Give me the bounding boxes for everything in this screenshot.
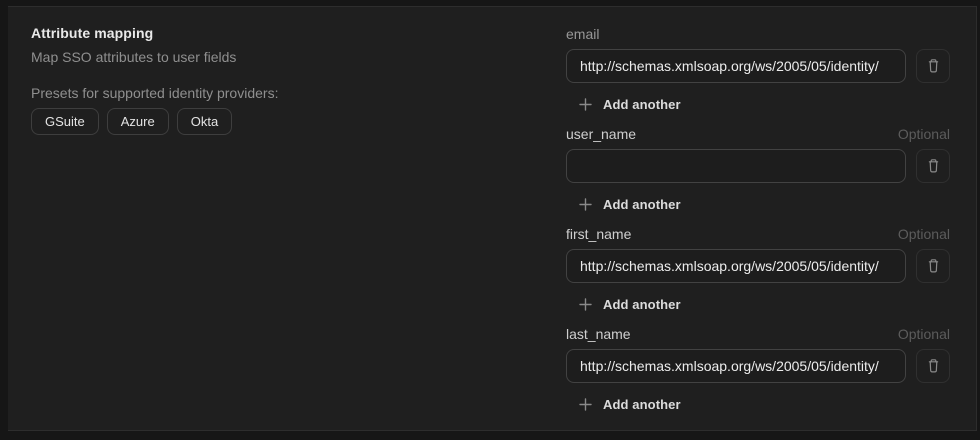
add-another-label: Add another xyxy=(603,197,681,212)
delete-email-mapping-button[interactable] xyxy=(916,49,950,83)
field-last-name: last_name Optional xyxy=(566,325,950,416)
attribute-mapping-section: Attribute mapping Map SSO attributes to … xyxy=(8,6,977,431)
optional-badge: Optional xyxy=(898,226,950,242)
first-name-attribute-input[interactable] xyxy=(566,249,906,283)
preset-buttons: GSuite Azure Okta xyxy=(31,108,232,135)
preset-button-okta[interactable]: Okta xyxy=(177,108,232,135)
trash-icon xyxy=(926,258,941,274)
section-subtitle: Map SSO attributes to user fields xyxy=(31,47,236,67)
add-another-label: Add another xyxy=(603,97,681,112)
section-title: Attribute mapping xyxy=(31,23,153,43)
preset-button-gsuite[interactable]: GSuite xyxy=(31,108,99,135)
plus-icon xyxy=(579,298,592,311)
optional-badge: Optional xyxy=(898,326,950,342)
add-another-first-name[interactable]: Add another xyxy=(566,296,681,312)
delete-last-name-mapping-button[interactable] xyxy=(916,349,950,383)
add-another-email[interactable]: Add another xyxy=(566,96,681,112)
add-another-label: Add another xyxy=(603,397,681,412)
trash-icon xyxy=(926,158,941,174)
field-label: last_name xyxy=(566,326,631,342)
presets-label: Presets for supported identity providers… xyxy=(31,83,278,103)
preset-button-azure[interactable]: Azure xyxy=(107,108,169,135)
field-label: email xyxy=(566,26,599,42)
add-another-last-name[interactable]: Add another xyxy=(566,396,681,412)
trash-icon xyxy=(926,58,941,74)
plus-icon xyxy=(579,398,592,411)
email-attribute-input[interactable] xyxy=(566,49,906,83)
field-email: email xyxy=(566,25,950,116)
user-name-attribute-input[interactable] xyxy=(566,149,906,183)
plus-icon xyxy=(579,98,592,111)
field-label: first_name xyxy=(566,226,631,242)
last-name-attribute-input[interactable] xyxy=(566,349,906,383)
field-label: user_name xyxy=(566,126,636,142)
plus-icon xyxy=(579,198,592,211)
field-first-name: first_name Optional xyxy=(566,225,950,316)
add-another-label: Add another xyxy=(603,297,681,312)
field-user-name: user_name Optional xyxy=(566,125,950,216)
optional-badge: Optional xyxy=(898,126,950,142)
add-another-user-name[interactable]: Add another xyxy=(566,196,681,212)
delete-user-name-mapping-button[interactable] xyxy=(916,149,950,183)
trash-icon xyxy=(926,358,941,374)
delete-first-name-mapping-button[interactable] xyxy=(916,249,950,283)
